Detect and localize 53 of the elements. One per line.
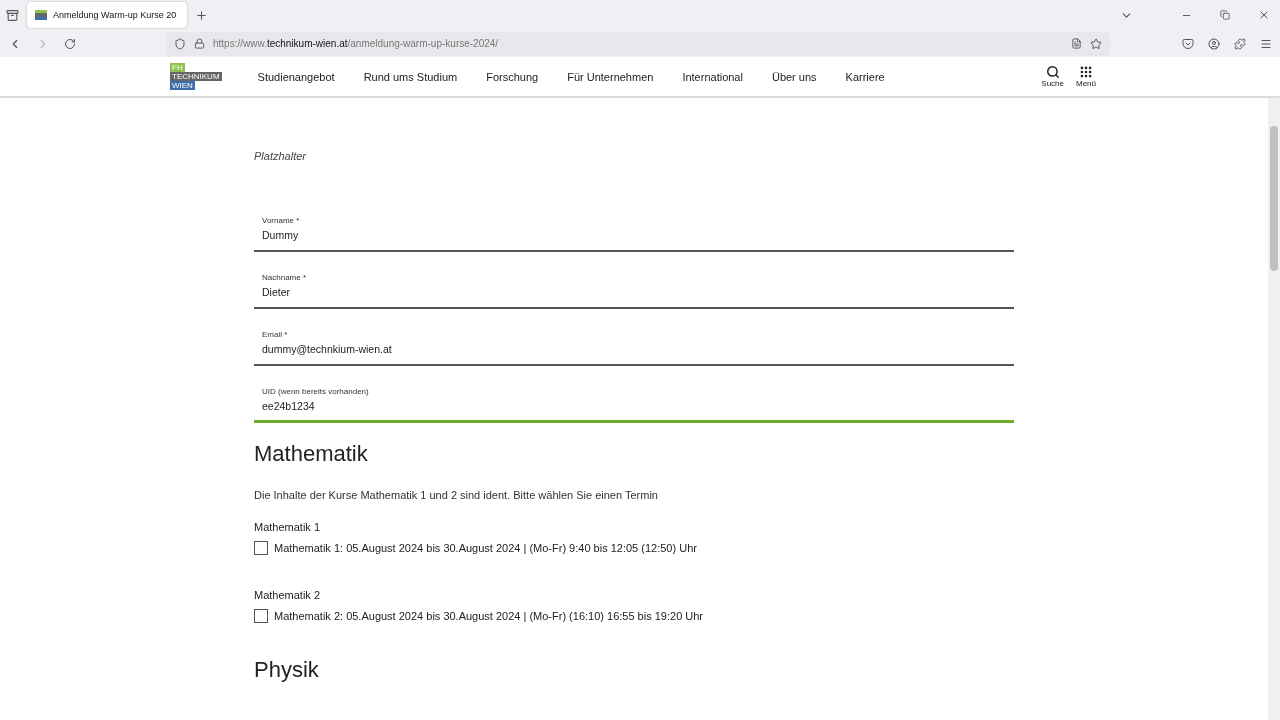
reload-icon[interactable] [64,37,76,50]
checkbox[interactable] [254,541,268,555]
nav-link[interactable]: Forschung [486,70,539,83]
logo[interactable]: FH TECHNIKUM WIEN [170,63,222,90]
field-label: UID (wenn bereits vorhanden) [262,387,370,396]
section-heading: Physik [254,657,320,683]
text-input[interactable]: dummy@technkium-wien.at [262,343,1006,355]
text-field[interactable]: Nachname * Dieter [254,267,1014,309]
text-field[interactable]: Email * dummy@technkium-wien.at [254,324,1014,366]
reader-view-icon[interactable] [1071,38,1082,49]
nav-link[interactable]: Rund ums Studium [363,70,458,83]
nav-link[interactable]: Karriere [845,70,885,83]
text-input[interactable]: ee24b1234 [262,400,1006,412]
restore-icon[interactable] [1220,10,1230,20]
nav-link[interactable]: Studienangebot [257,70,335,83]
address-bar[interactable]: https://www.technikum-wien.at/anmeldung-warm-up-kurse-2024/ [166,31,1110,56]
browser-tab[interactable]: Anmeldung Warm-up Kurse 20 [27,2,187,28]
nav-link[interactable]: Für Unternehmen [567,70,654,83]
scrollbar[interactable] [1268,98,1280,720]
grid-icon [1079,65,1093,79]
checkbox-label: Mathematik 2: 05.August 2024 bis 30.August 2024 | (Mo-Fr) (16:10) 16:55 bis 19:20 Uhr [274,610,704,622]
favicon-icon [35,10,47,20]
course-name: Mathematik 1 [254,521,322,533]
checkbox-label: Mathematik 1: 05.August 2024 bis 30.August 2024 | (Mo-Fr) 9:40 bis 12:05 (12:50) Uhr [274,542,697,554]
pocket-icon[interactable] [1182,37,1194,50]
field-label: Email * [262,330,289,339]
search-icon [1045,65,1060,79]
intro-text: Platzhalter [254,150,307,162]
section-text: Die Inhalte der Kurse Mathematik 1 und 2 sind ident. Bitte wählen Sie einen Termin [254,489,659,501]
menu-button[interactable]: Menü [1076,65,1096,88]
field-label: Nachname * [262,273,308,282]
close-icon[interactable] [1258,9,1270,21]
text-field[interactable]: Vorname * Dummy [254,210,1014,252]
section-heading: Mathematik [254,441,369,467]
nav-link[interactable]: Über uns [771,70,817,83]
nav-link[interactable]: International [682,70,743,83]
text-field[interactable]: UID (wenn bereits vorhanden) ee24b1234 [254,381,1014,423]
new-tab-icon[interactable] [195,8,208,22]
text-input[interactable]: Dummy [262,229,1006,241]
star-icon[interactable] [1090,37,1102,50]
tab-title: Anmeldung Warm-up Kurse 20 [53,10,177,20]
lock-icon [194,38,205,49]
shield-icon[interactable] [174,37,186,50]
checkbox[interactable] [254,609,268,623]
menu-icon[interactable] [1260,37,1272,50]
account-icon[interactable] [1208,37,1220,50]
search-button[interactable]: Suche [1041,65,1064,88]
field-label: Vorname * [262,216,301,225]
course-name: Mathematik 2 [254,589,322,601]
text-input[interactable]: Dieter [262,286,1006,298]
extensions-icon[interactable] [1234,37,1246,50]
tab-list-icon[interactable] [6,8,19,22]
url-text: https://www.technikum-wien.at/anmeldung-warm-up-kurse-2024/ [213,38,500,49]
